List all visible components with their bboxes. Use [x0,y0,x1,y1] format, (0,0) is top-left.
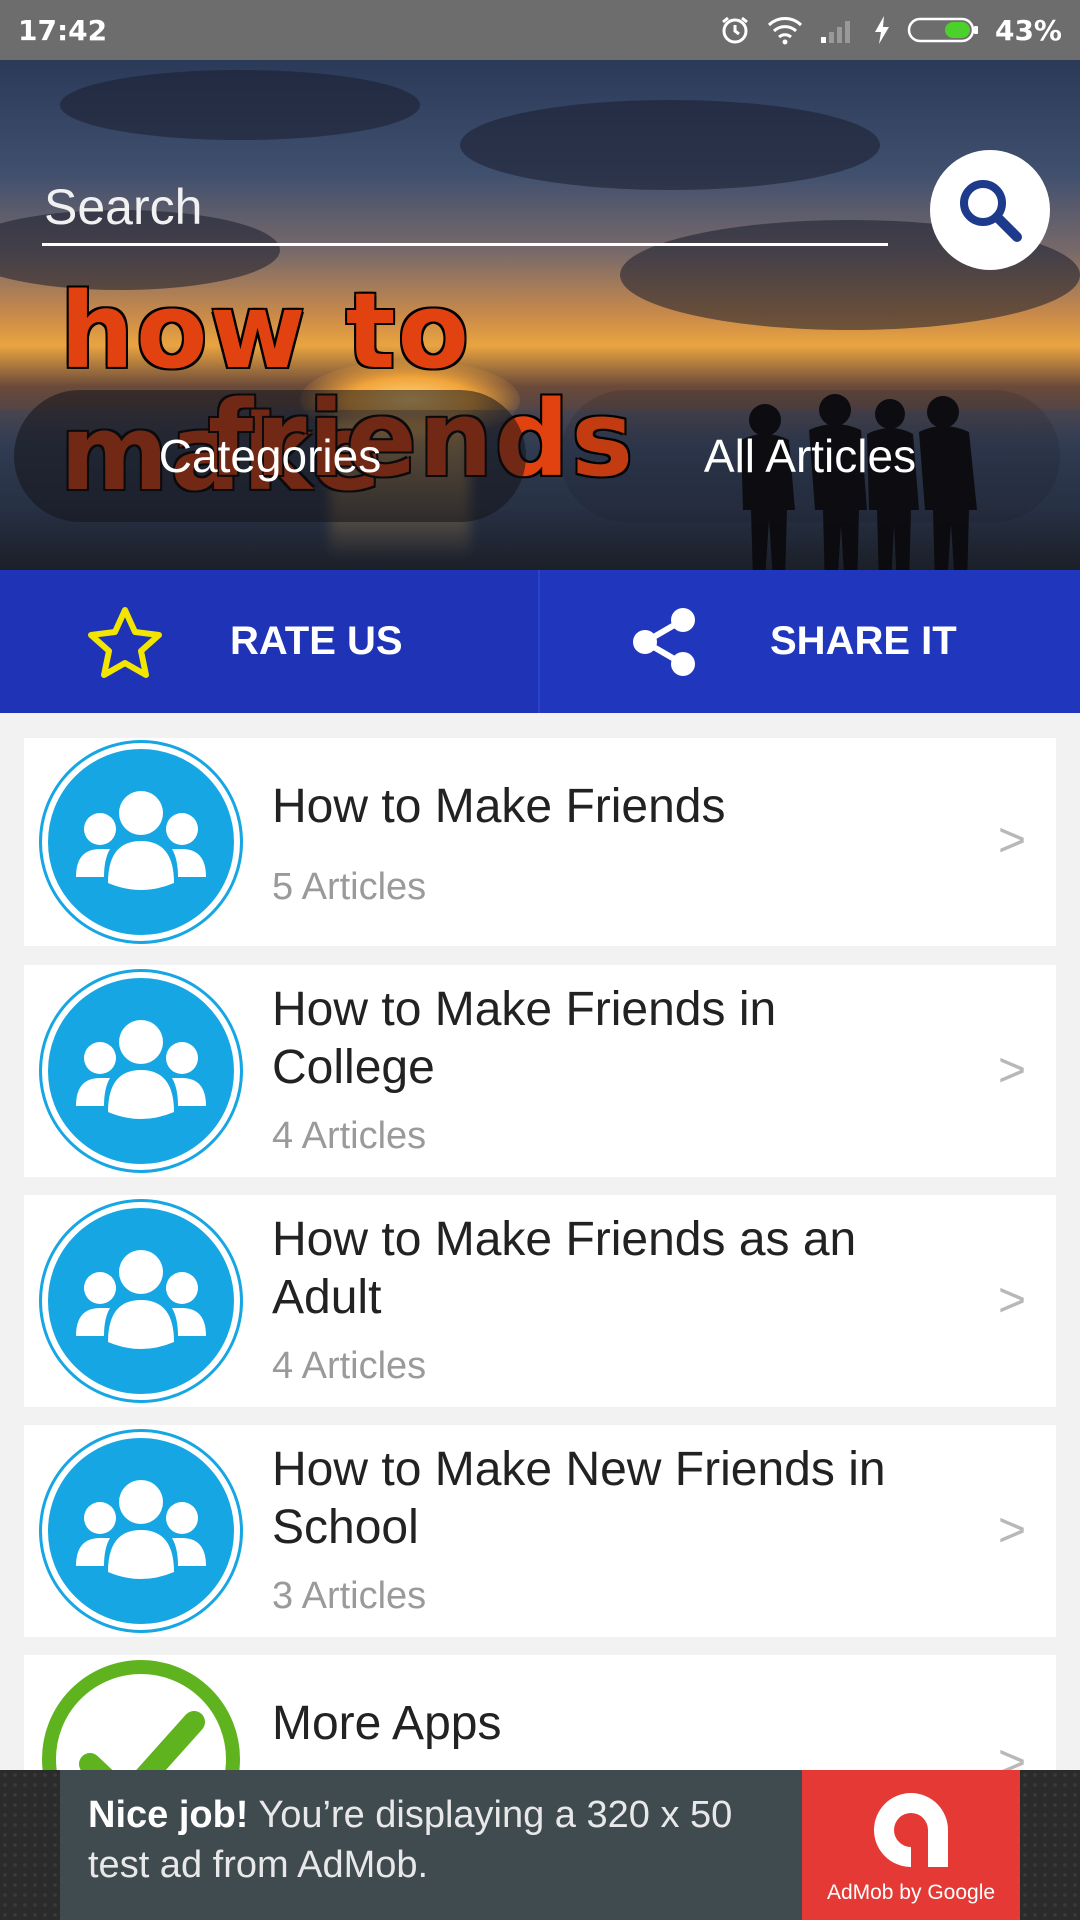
chevron-right-icon: > [997,1044,1026,1097]
all-articles-button[interactable]: All Articles [560,390,1060,522]
item-title: How to Make New Friends in School [272,1443,886,1554]
list-item[interactable]: How to Make Friends 5 Articles > [24,738,1056,946]
ad-headline: Nice job! [88,1794,249,1836]
group-icon [42,1432,240,1630]
charging-icon [874,16,889,44]
chevron-right-icon: > [997,1504,1026,1557]
item-count: 5 Articles [272,866,427,908]
status-bar: 17:42 43% [0,0,1080,60]
admob-caption: AdMob by Google [826,1881,996,1904]
item-title: More Apps [272,1697,502,1750]
item-title: How to Make Friends [272,780,726,833]
action-bar: RATE US SHARE IT [0,570,1080,713]
group-icon [42,743,240,941]
share-it-button[interactable]: SHARE IT [540,570,1080,713]
item-count: 4 Articles [272,1115,427,1157]
group-icon [42,972,240,1170]
categories-button[interactable]: Categories [14,390,526,522]
ad-content[interactable]: Nice job! You’re displaying a 320 x 50 t… [60,1770,1020,1920]
ad-banner[interactable]: Nice job! You’re displaying a 320 x 50 t… [0,1770,1080,1920]
status-icons: 43% [719,14,1062,47]
chevron-right-icon: > [997,814,1026,867]
chevron-right-icon: > [997,1274,1026,1327]
rate-us-button[interactable]: RATE US [0,570,540,713]
signal-icon [820,21,850,43]
item-count: 3 Articles [272,1575,427,1617]
rate-us-label: RATE US [230,619,403,663]
ad-text: Nice job! You’re displaying a 320 x 50 t… [60,1770,802,1920]
item-title: How to Make Friends as an Adult [272,1213,857,1324]
admob-logo: AdMob by Google [802,1770,1020,1920]
admob-icon [874,1793,948,1867]
hero-header: how to make friends Categories All Artic… [0,60,1080,570]
share-icon [633,607,695,676]
item-title: How to Make Friends in College [272,983,777,1094]
list-item[interactable]: How to Make Friends in College 4 Article… [24,965,1056,1177]
all-articles-label: All Articles [703,430,917,482]
wifi-icon [767,17,803,45]
battery-percent: 43% [994,13,1062,47]
status-time: 17:42 [18,13,108,47]
battery-icon [907,17,978,43]
categories-label: Categories [158,430,382,482]
list-item[interactable]: How to Make Friends as an Adult 4 Articl… [24,1195,1056,1407]
group-icon [42,1202,240,1400]
search-input[interactable] [42,170,888,246]
share-it-label: SHARE IT [770,619,957,663]
search-icon [960,180,1022,242]
item-count: 4 Articles [272,1345,427,1387]
cloud-decoration [60,70,420,140]
alarm-icon [722,16,748,44]
list-item[interactable]: How to Make New Friends in School 3 Arti… [24,1425,1056,1637]
search-button[interactable] [930,150,1050,270]
star-icon [88,606,162,678]
